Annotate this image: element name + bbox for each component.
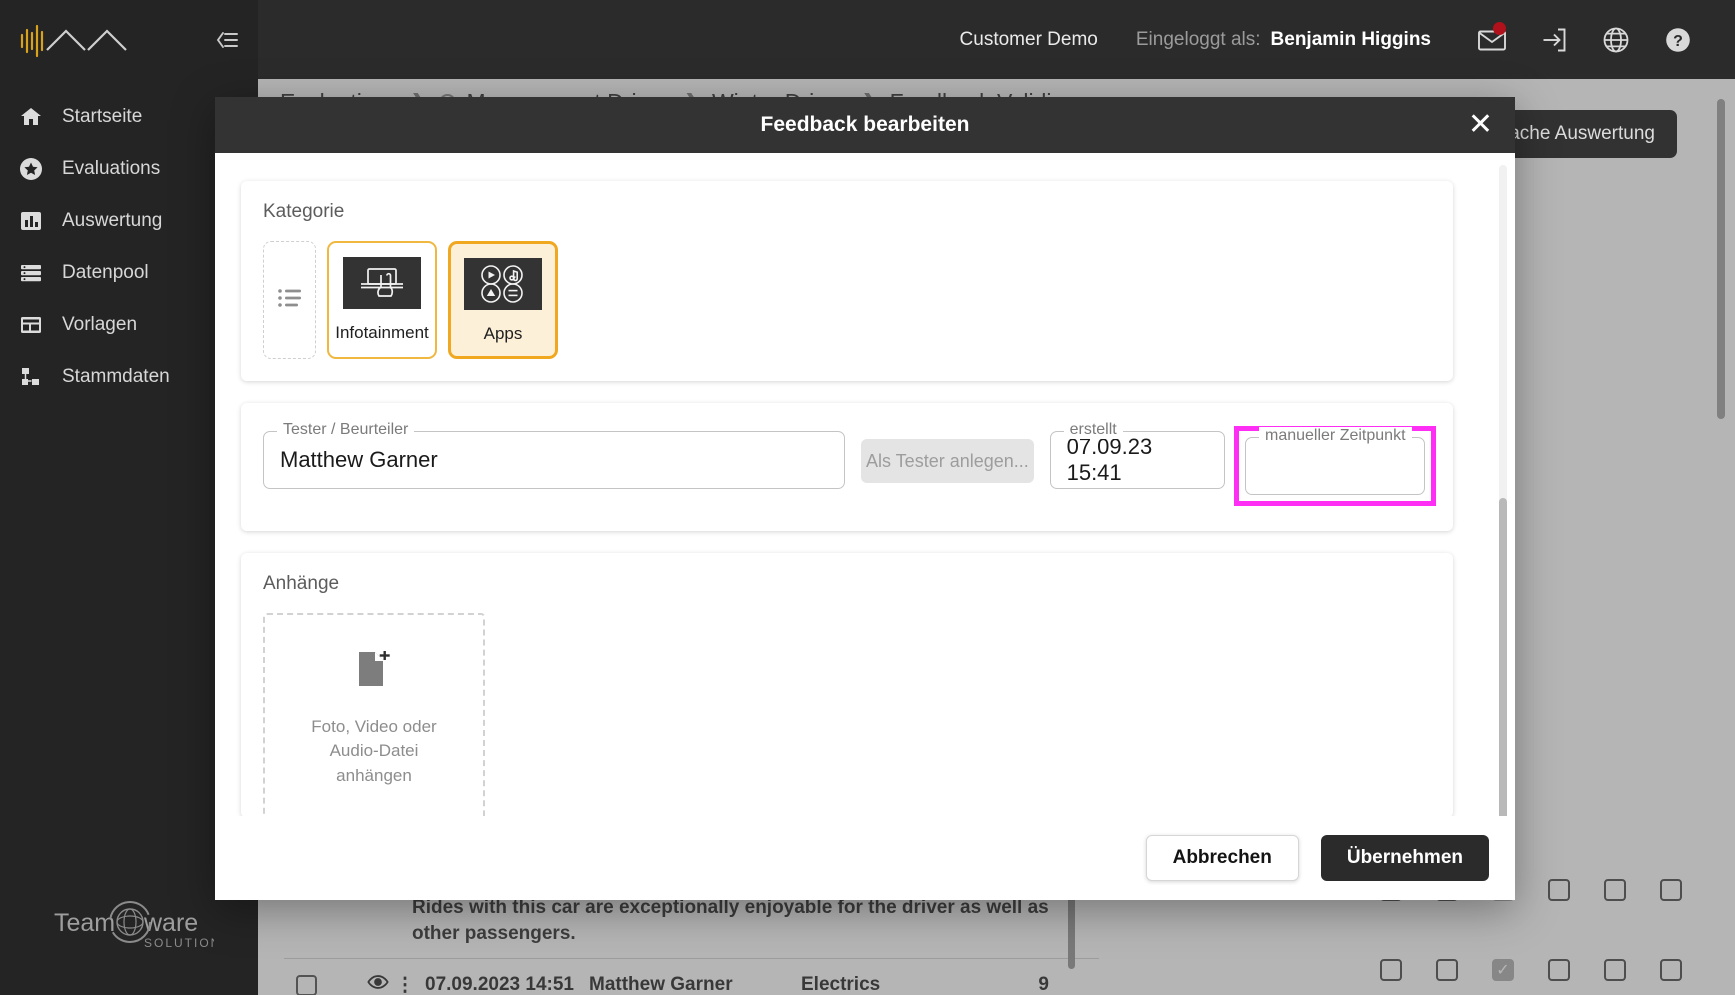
file-plus-icon xyxy=(357,650,391,693)
category-label: Kategorie xyxy=(263,201,345,222)
sidebar-item-label: Vorlagen xyxy=(62,314,138,335)
attachment-dropzone[interactable]: Foto, Video oder Audio-Datei anhängen xyxy=(263,613,485,816)
submit-button[interactable]: Übernehmen xyxy=(1320,835,1489,881)
collapse-sidebar-icon[interactable] xyxy=(214,29,240,51)
tester-field-row: Tester / Beurteiler Matthew Garner Als T… xyxy=(263,421,1436,506)
tester-field-value: Matthew Garner xyxy=(280,447,438,472)
topbar: Customer Demo Eingeloggt als: Benjamin H… xyxy=(258,0,1735,79)
close-icon[interactable]: ✕ xyxy=(1468,110,1493,140)
edit-feedback-modal: Feedback bearbeiten ✕ Kategorie Infotain… xyxy=(215,97,1515,900)
tester-field[interactable]: Tester / Beurteiler Matthew Garner xyxy=(263,421,846,489)
app-root: Evaluations ❯ Management Drives ❯ Winter… xyxy=(0,0,1735,995)
manual-timestamp-highlight: manueller Zeitpunkt xyxy=(1234,426,1436,506)
home-icon xyxy=(18,104,44,130)
created-field-value: 07.09.23 15:41 xyxy=(1066,434,1153,485)
brand-team: Team xyxy=(54,909,115,937)
attachments-label: Anhänge xyxy=(263,573,340,594)
modal-header: Feedback bearbeiten ✕ xyxy=(215,97,1515,153)
category-tile-infotainment[interactable]: Infotainment xyxy=(327,241,437,359)
globe-icon[interactable] xyxy=(1585,18,1647,62)
modal-scrollbar-thumb[interactable] xyxy=(1499,498,1507,816)
brand-ware: ware xyxy=(143,909,198,937)
category-tiles: Infotainment Apps xyxy=(263,241,1431,359)
sidebar-item-label: Datenpool xyxy=(62,262,149,283)
sidebar-item-label: Startseite xyxy=(62,106,143,127)
modal-footer: Abbrechen Übernehmen xyxy=(215,816,1515,900)
category-list-toggle[interactable] xyxy=(263,241,316,359)
brand-sub: SOLUTIONS xyxy=(144,936,214,950)
database-list-icon xyxy=(18,260,44,286)
created-field: erstellt 07.09.23 15:41 xyxy=(1049,421,1225,489)
help-icon[interactable]: ? xyxy=(1647,18,1709,62)
create-tester-button[interactable]: Als Tester anlegen... xyxy=(861,439,1034,483)
mail-badge xyxy=(1493,21,1506,35)
attachment-dropzone-text: Foto, Video oder Audio-Datei anhängen xyxy=(311,716,437,785)
tester-field-label: Tester / Beurteiler xyxy=(277,421,415,439)
sidebar-header xyxy=(0,0,258,79)
mail-icon[interactable] xyxy=(1461,18,1523,62)
sidebar-footer-logo: Team ware SOLUTIONS xyxy=(0,895,258,955)
logout-icon[interactable] xyxy=(1523,18,1585,62)
manual-timestamp-field[interactable]: manueller Zeitpunkt xyxy=(1245,427,1425,495)
app-logo-icon xyxy=(16,20,134,60)
user-name: Benjamin Higgins xyxy=(1270,28,1431,50)
sidebar-item-label: Auswertung xyxy=(62,210,163,231)
category-tile-label: Infotainment xyxy=(335,323,429,342)
category-card: Kategorie Infotainment Apps xyxy=(241,181,1453,381)
list-icon xyxy=(277,287,303,314)
bar-chart-icon xyxy=(18,208,44,234)
hierarchy-icon xyxy=(18,364,44,390)
sidebar-item-label: Stammdaten xyxy=(62,366,170,387)
created-field-label: erstellt xyxy=(1063,421,1123,439)
modal-title: Feedback bearbeiten xyxy=(760,113,970,136)
template-layout-icon xyxy=(18,312,44,338)
star-badge-icon xyxy=(18,156,44,182)
sidebar-item-label: Evaluations xyxy=(62,158,161,179)
category-tile-label: Apps xyxy=(483,324,523,343)
cancel-button[interactable]: Abbrechen xyxy=(1145,835,1299,881)
touchscreen-hand-icon xyxy=(343,257,421,309)
svg-text:?: ? xyxy=(1673,33,1683,50)
modal-body: Kategorie Infotainment Apps Tester / Beu… xyxy=(215,153,1515,816)
customer-name: Customer Demo xyxy=(959,28,1098,50)
logged-in-label: Eingeloggt als: xyxy=(1135,28,1261,50)
apps-grid-icon xyxy=(464,258,542,310)
category-tile-apps[interactable]: Apps xyxy=(448,241,558,359)
manual-timestamp-label: manueller Zeitpunkt xyxy=(1259,427,1412,445)
tester-card: Tester / Beurteiler Matthew Garner Als T… xyxy=(241,403,1453,531)
attachments-card: Anhänge Foto, Video oder Audio-Datei anh… xyxy=(241,553,1453,816)
